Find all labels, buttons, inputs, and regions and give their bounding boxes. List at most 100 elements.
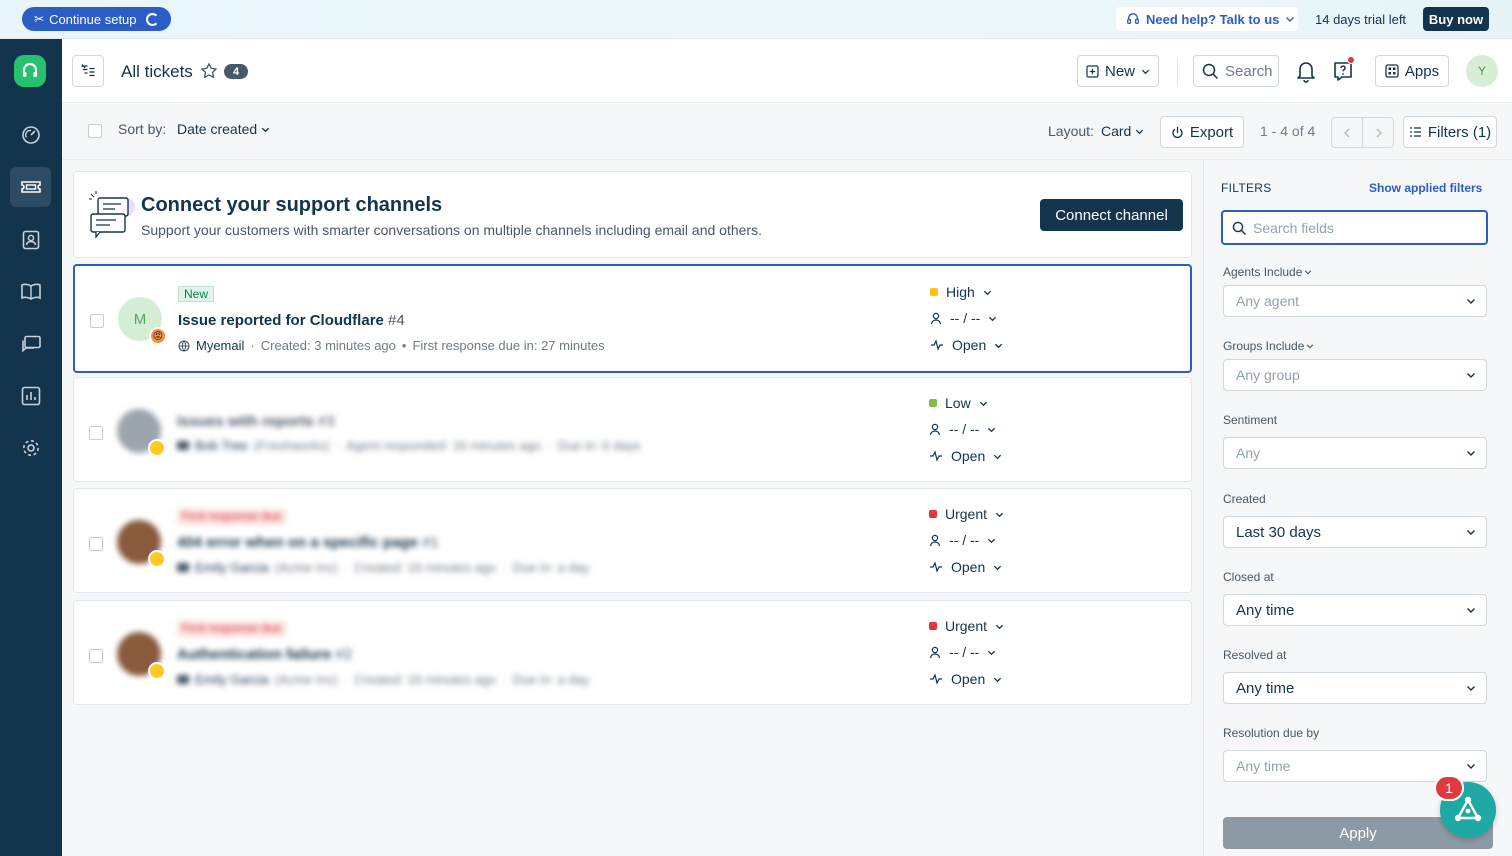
status-dropdown[interactable]: Open [929, 448, 1002, 464]
ticket-requester[interactable]: Myemail [196, 338, 244, 353]
closed-at-value: Any time [1236, 601, 1295, 619]
sidebar-item-admin[interactable] [10, 428, 51, 468]
ticket-card[interactable]: First response due Authentication failur… [73, 600, 1192, 705]
ticket-requester[interactable]: Bob Tree [195, 438, 248, 453]
created-select[interactable]: Last 30 days [1223, 516, 1487, 548]
ticket-subject[interactable]: 404 error when on a specific page #1 [177, 534, 439, 551]
ticket-card[interactable]: First response due 404 error when on a s… [73, 488, 1192, 593]
ticket-checkbox[interactable] [89, 649, 103, 663]
ticket-requester[interactable]: Emily Garcia [195, 672, 269, 687]
priority-dropdown[interactable]: Low [929, 395, 988, 411]
ticket-meta: Emily Garcia (Acme Inc) · Created: 16 mi… [177, 672, 589, 687]
new-button[interactable]: New [1077, 55, 1159, 87]
sidebar-item-knowledge-base[interactable] [10, 272, 51, 312]
assignee-dropdown[interactable]: -- / -- [929, 532, 996, 548]
resolved-at-select[interactable]: Any time [1223, 672, 1487, 704]
contact-card-icon [22, 230, 39, 250]
ticket-requester[interactable]: Emily Garcia [195, 560, 269, 575]
ticket-subject-text: Issue reported for Cloudflare [178, 312, 384, 329]
user-avatar[interactable]: Y [1466, 55, 1498, 87]
activity-pulse-icon [930, 450, 942, 462]
freshdesk-logo[interactable] [14, 55, 46, 87]
ticket-card[interactable]: M 😡 New Issue reported for Cloudflare #4… [73, 264, 1192, 373]
ticket-meta: Myemail · Created: 3 minutes ago • First… [178, 338, 605, 353]
priority-dropdown[interactable]: High [930, 284, 992, 300]
person-icon [930, 312, 942, 324]
apps-button[interactable]: Apps [1375, 55, 1449, 87]
status-dropdown[interactable]: Open [929, 671, 1002, 687]
closed-at-label: Closed at [1223, 570, 1274, 584]
search-input[interactable]: Search [1193, 55, 1279, 87]
layout-dropdown[interactable]: Card [1101, 123, 1144, 139]
ticket-checkbox[interactable] [90, 314, 104, 328]
star-favorite-icon[interactable] [200, 62, 218, 80]
groups-include-label[interactable]: Groups Include [1223, 339, 1314, 353]
status-dropdown[interactable]: Open [930, 337, 1003, 353]
search-fields-box[interactable] [1221, 210, 1488, 245]
chevron-down-icon [1467, 373, 1475, 378]
sidebar-item-contacts[interactable] [10, 220, 51, 260]
select-all-checkbox[interactable] [88, 124, 102, 138]
buy-now-button[interactable]: Buy now [1423, 7, 1489, 31]
ticket-subject[interactable]: Issue reported for Cloudflare #4 [178, 312, 405, 329]
activity-pulse-icon [931, 339, 943, 351]
sidebar-item-conversations[interactable] [10, 324, 51, 364]
chevron-down-icon [988, 650, 996, 655]
continue-setup-button[interactable]: ✂ Continue setup [22, 7, 171, 31]
chevron-down-icon [1141, 69, 1150, 74]
groups-select[interactable]: Any group [1223, 359, 1487, 391]
need-help-button[interactable]: Need help? Talk to us [1116, 7, 1298, 31]
closed-at-select[interactable]: Any time [1223, 594, 1487, 626]
ticket-id: #1 [422, 534, 439, 551]
ticket-subject[interactable]: Authentication failure #2 [177, 646, 352, 663]
status-value: Open [951, 448, 986, 464]
groups-include-text: Groups Include [1223, 339, 1305, 353]
ticket-checkbox[interactable] [89, 537, 103, 551]
sort-by-label: Sort by: [118, 121, 167, 137]
assignee-dropdown[interactable]: -- / -- [929, 644, 996, 660]
sidebar-item-dashboard[interactable] [10, 115, 51, 155]
ticket-company: (Acme Inc) [274, 672, 338, 687]
chat-bubbles-icon [21, 335, 41, 353]
agents-value: Any agent [1236, 293, 1300, 309]
sentiment-select[interactable]: Any [1223, 437, 1487, 469]
sidebar-item-tickets[interactable] [10, 167, 51, 207]
headset-icon [1127, 13, 1139, 25]
resolved-at-label: Resolved at [1223, 648, 1287, 662]
search-fields-input[interactable] [1253, 218, 1473, 238]
assignee-dropdown[interactable]: -- / -- [929, 421, 996, 437]
toggle-views-button[interactable] [72, 55, 104, 87]
export-button[interactable]: Export [1160, 116, 1244, 148]
ticket-checkbox[interactable] [89, 426, 103, 440]
chevron-down-icon [988, 538, 996, 543]
status-dropdown[interactable]: Open [929, 559, 1002, 575]
ticket-company: (Freshworks) [253, 438, 330, 453]
sort-by-value: Date created [177, 121, 258, 137]
filters-toggle-button[interactable]: Filters (1) [1403, 116, 1497, 148]
priority-dropdown[interactable]: Urgent [929, 506, 1004, 522]
next-page-button[interactable] [1362, 117, 1394, 148]
dashboard-gauge-icon [21, 126, 40, 144]
sidebar-item-reports[interactable] [10, 376, 51, 416]
show-applied-filters-link[interactable]: Show applied filters [1369, 181, 1482, 195]
agents-include-label[interactable]: Agents Include [1223, 265, 1312, 279]
notifications-bell-icon[interactable] [1295, 59, 1317, 83]
ticket-card[interactable]: Issues with reports #3 Bob Tree (Freshwo… [73, 377, 1192, 482]
ticket-subject[interactable]: Issues with reports #3 [177, 413, 335, 430]
sort-by-dropdown[interactable]: Date created [177, 121, 270, 137]
resolution-due-label: Resolution due by [1223, 726, 1320, 740]
connect-channel-button[interactable]: Connect channel [1040, 199, 1183, 231]
chevron-down-icon [1467, 608, 1475, 613]
assignee-dropdown[interactable]: -- / -- [930, 310, 997, 326]
chevron-down-icon [989, 316, 997, 321]
priority-dropdown[interactable]: Urgent [929, 618, 1004, 634]
resolved-at-value: Any time [1236, 679, 1295, 697]
new-button-label: New [1104, 62, 1135, 80]
sentiment-neutral-icon [148, 662, 166, 680]
previous-page-button[interactable] [1331, 117, 1363, 148]
meta-separator: · [335, 438, 340, 453]
help-button[interactable] [1332, 56, 1356, 83]
filter-list-icon [1409, 127, 1421, 137]
agents-select[interactable]: Any agent [1223, 285, 1487, 317]
export-icon [1172, 126, 1183, 138]
